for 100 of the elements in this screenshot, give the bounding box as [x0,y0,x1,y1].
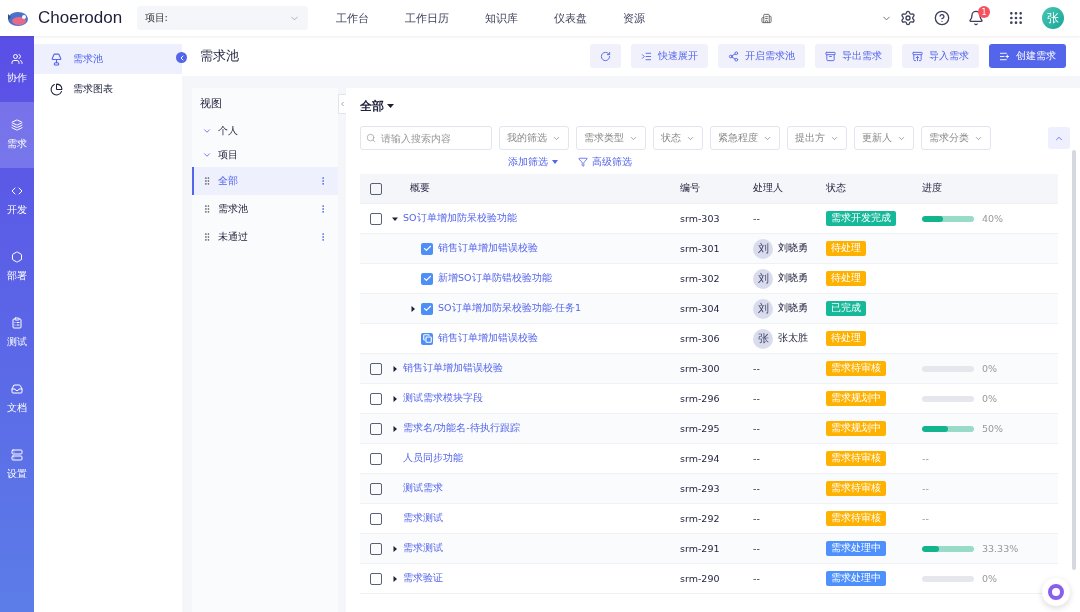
summary-link[interactable]: 人员同步功能 [403,452,463,465]
toolbar-button[interactable]: 导出需求 [815,44,892,68]
scrollbar[interactable] [1072,150,1076,570]
row-checkbox[interactable] [370,212,382,225]
summary-link[interactable]: 需求测试 [403,542,443,555]
view-item[interactable]: 需求池 [192,195,338,223]
summary-link[interactable]: 需求验证 [403,572,443,585]
toolbar-button[interactable]: 导入需求 [902,44,979,68]
status-tag: 需求待审核 [826,451,886,466]
views-title: 视图 [200,96,223,111]
summary-link[interactable]: 测试需求 [403,482,443,495]
nav-link[interactable]: 工作日历 [387,10,468,26]
inbox-icon [11,383,23,395]
assistant-icon[interactable] [1042,578,1070,606]
summary-link[interactable]: 需求名/功能名-待执行跟踪 [403,422,520,435]
progress-text: 0% [982,573,998,584]
number-cell-text: srm-295 [680,423,721,434]
advanced-filter-link[interactable]: 高级筛选 [578,155,632,169]
rail-item[interactable]: 开发 [0,168,34,234]
number-cell-text: srm-292 [680,513,721,524]
summary-link[interactable]: 需求测试 [403,512,443,525]
filter-select[interactable]: 紧急程度 [710,126,780,150]
view-dropdown[interactable]: 全部 [360,96,394,116]
view-group[interactable]: 个人 [192,119,338,143]
sidebar-item[interactable]: 需求图表 [34,74,182,104]
settings-icon[interactable] [900,10,916,26]
rail-item[interactable]: 部署 [0,234,34,300]
row-checkbox[interactable] [370,392,382,405]
column-header: 处理人 [753,182,784,195]
nav-link[interactable]: 资源 [605,10,664,26]
filter-select[interactable]: 需求类型 [576,126,646,150]
progress-text: 50% [982,423,1004,434]
summary-link[interactable]: SO订单增加防呆校验功能 [403,212,517,225]
caret-icon[interactable] [392,365,398,372]
summary-link[interactable]: 销售订单增加错误校验 [438,332,538,345]
status-tag: 待处理 [826,241,866,256]
drag-handle-icon[interactable] [202,232,212,242]
add-filter-link[interactable]: 添加筛选 [508,155,558,169]
progress-track [922,575,974,582]
assignee-cell: 刘晓勇 [778,272,808,285]
share-icon [728,50,739,62]
caret-icon[interactable] [392,575,398,582]
row-checkbox[interactable] [370,452,382,465]
row-checkbox[interactable] [370,362,382,375]
filter-select[interactable]: 更新人 [854,126,914,150]
project-select[interactable]: 项目: [136,6,309,30]
apps-grid-icon[interactable] [1008,10,1024,26]
row-checkbox[interactable] [370,512,382,525]
summary-link[interactable]: 销售订单增加错误校验 [438,242,538,255]
page-title: 需求池 [200,47,239,65]
search-field[interactable]: 请输入搜索内容 [360,126,492,150]
rail-item[interactable]: 需求 [0,102,34,168]
number-cell-text: srm-302 [680,273,721,284]
collapse-icon[interactable] [176,52,187,63]
view-item[interactable]: 未通过 [192,223,338,251]
rail-item[interactable]: 测试 [0,300,34,366]
lamp-icon [50,52,63,66]
summary-link[interactable]: 测试需求模块字段 [403,392,483,405]
notification-badge: 1 [978,6,990,18]
caret-icon[interactable] [392,395,398,402]
refresh-icon [600,50,611,62]
number-cell-text: srm-293 [680,483,721,494]
status-tag: 需求待审核 [826,511,886,526]
filter-select[interactable]: 提出方 [787,126,847,150]
toolbar-button[interactable]: 开启需求池 [718,44,805,68]
view-item[interactable]: 全部 [192,167,338,195]
filter-select[interactable]: 需求分类 [921,126,991,150]
column-header: 编号 [680,182,701,195]
row-checkbox[interactable] [370,542,382,555]
row-checkbox[interactable] [370,422,382,435]
caret-icon[interactable] [392,215,398,222]
nav-link[interactable]: 仪表盘 [536,10,606,26]
select-all-checkbox[interactable] [370,182,382,195]
caret-icon[interactable] [392,545,398,552]
rail-item[interactable]: 文档 [0,366,34,432]
number-cell-text: srm-303 [680,213,721,224]
server-icon [11,449,23,461]
bell-icon[interactable] [968,10,984,26]
sidebar-item[interactable]: 需求池 [34,44,182,74]
toolbar-button[interactable]: 创建需求 [989,44,1066,68]
rail-item[interactable]: 协作 [0,36,34,102]
nav-link[interactable]: 知识库 [467,10,537,26]
row-checkbox[interactable] [370,572,382,585]
help-icon[interactable] [934,10,950,26]
check-type-icon [421,272,433,285]
row-checkbox[interactable] [370,482,382,495]
drag-handle-icon[interactable] [202,176,212,186]
drag-handle-icon[interactable] [202,204,212,214]
summary-link[interactable]: SO订单增加防呆校验功能-任务1 [438,302,581,315]
summary-link[interactable]: 新增SO订单防错校验功能 [438,272,552,285]
progress-text: 0% [982,393,998,404]
nav-link[interactable]: 工作台 [318,10,388,26]
rail-item[interactable]: 设置 [0,432,34,498]
view-group[interactable]: 项目 [192,143,338,167]
filter-select[interactable]: 状态 [653,126,703,150]
toolbar-button[interactable]: 快速展开 [631,44,708,68]
summary-link[interactable]: 销售订单增加错误校验 [403,362,503,375]
caret-icon[interactable] [410,305,416,312]
filter-select[interactable]: 我的筛选 [499,126,569,150]
caret-icon[interactable] [392,425,398,432]
